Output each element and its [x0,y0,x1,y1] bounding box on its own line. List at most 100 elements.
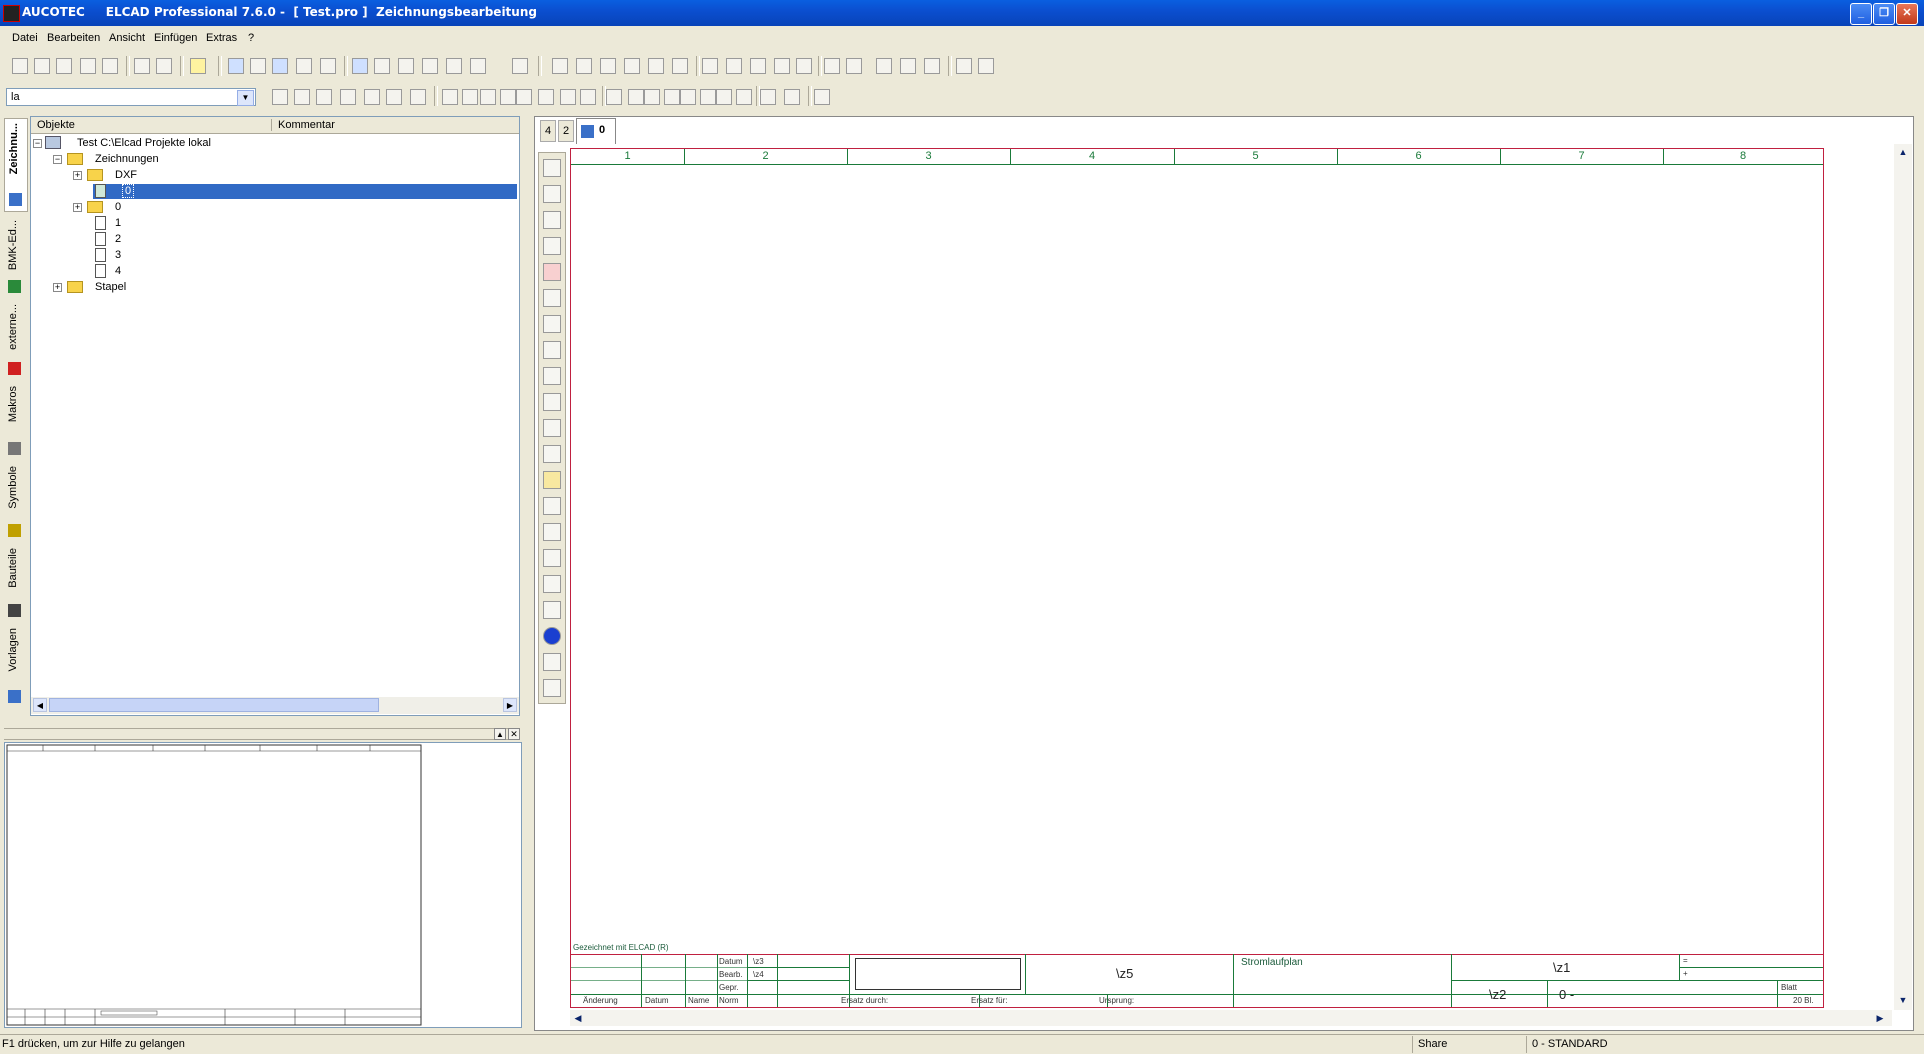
chevron-down-icon[interactable]: ▼ [237,90,254,106]
star-icon[interactable] [516,89,532,105]
tree-node-2[interactable]: 2 [93,232,293,247]
sort-asc-icon[interactable] [750,58,766,74]
scroll-thumb[interactable] [49,698,379,712]
drawing-sheet[interactable]: 1 2 3 4 5 6 7 8 Gezeichnet mit ELCAD (R)… [570,148,1824,1008]
close-panel-icon[interactable]: ✕ [508,728,520,740]
plug-icon[interactable] [446,58,462,74]
insert2-icon[interactable] [500,89,516,105]
symbol-tool-icon[interactable] [543,601,561,619]
doc-tab-2[interactable]: 2 [558,120,574,142]
app-icon[interactable] [3,5,20,22]
explorer-view-icon[interactable] [228,58,244,74]
rename-icon[interactable] [512,58,528,74]
find-next-icon[interactable] [900,58,916,74]
symbol-tool-icon[interactable] [543,263,561,281]
redo-icon[interactable] [978,58,994,74]
list-view-icon[interactable] [320,58,336,74]
symbol-tool-icon[interactable] [543,315,561,333]
tree-node-root[interactable]: − Test C:\Elcad Projekte lokal [33,136,333,151]
new-project-icon[interactable] [34,58,50,74]
arrow-right-icon[interactable] [552,58,568,74]
insert6-icon[interactable] [700,89,716,105]
drawing-horizontal-scrollbar[interactable]: ◀ ▶ [570,1010,1892,1026]
tree-node-4[interactable]: 4 [93,264,293,279]
close-doc-icon[interactable] [80,58,96,74]
column-header-comment[interactable]: Kommentar [271,119,335,131]
tree-node-3[interactable]: 3 [93,248,293,263]
text-icon[interactable] [538,89,554,105]
page-setup-icon[interactable] [340,89,356,105]
insert7-icon[interactable] [736,89,752,105]
symbol-tool-icon[interactable] [543,497,561,515]
glasses-icon[interactable] [386,89,402,105]
symbol-tool-icon[interactable] [543,237,561,255]
replace-icon[interactable] [924,58,940,74]
search-icon[interactable] [760,89,776,105]
tree-node-folder-0[interactable]: + 0 [73,200,273,215]
column-header-objects[interactable]: Objekte [37,119,75,131]
tab-vorlagen[interactable]: Vorlagen [4,626,26,706]
abc-icon[interactable] [296,58,312,74]
tree-node-selected[interactable]: 0 [93,184,517,199]
connect-icon[interactable] [442,89,458,105]
preview-view-icon[interactable] [250,58,266,74]
menu-bearbeiten[interactable]: Bearbeiten [47,32,100,44]
doc-tab-0-active[interactable]: 0 [576,118,616,144]
dimension-icon[interactable] [480,89,496,105]
open-icon[interactable] [56,58,72,74]
tab-externe[interactable]: externe... [4,302,26,378]
glasses2-icon[interactable] [410,89,426,105]
database-icon[interactable] [422,58,438,74]
print-preview-icon[interactable] [156,58,172,74]
symbol-tool-icon[interactable] [543,159,561,177]
tab-bauteile[interactable]: Bauteile [4,546,26,620]
sort-desc-icon[interactable] [774,58,790,74]
scroll-right-icon[interactable]: ▶ [1872,1010,1888,1026]
tab-bmk-editor[interactable]: BMK-Ed... [4,218,26,296]
drawing-vertical-scrollbar[interactable]: ▲ ▼ [1894,144,1912,1010]
collapse-icon[interactable]: − [33,139,42,148]
insert-icon[interactable] [462,89,478,105]
symbol-tool-icon[interactable] [543,185,561,203]
calculator-icon[interactable] [814,89,830,105]
pin-icon[interactable] [470,58,486,74]
find-icon[interactable] [876,58,892,74]
form-icon[interactable] [398,58,414,74]
paste-icon[interactable] [648,58,664,74]
symbol-tool-icon[interactable] [543,471,561,489]
scroll-up-icon[interactable]: ▲ [1895,144,1911,160]
symbol-tool-icon[interactable] [543,211,561,229]
drawing-view-icon[interactable] [272,58,288,74]
symbol-tool-icon[interactable] [543,679,561,697]
insert4-icon[interactable] [628,89,644,105]
expand-icon[interactable]: + [73,171,82,180]
scroll-right-icon[interactable]: ▶ [503,698,517,712]
insert3-icon[interactable] [580,89,596,105]
line-icon[interactable] [560,89,576,105]
symbol-tool-icon[interactable] [543,341,561,359]
symbol-tool-icon[interactable] [543,289,561,307]
expand-icon[interactable]: + [53,283,62,292]
save-icon[interactable] [102,58,118,74]
zoom-in-icon[interactable] [824,58,840,74]
menu-einfuegen[interactable]: Einfügen [154,32,197,44]
zoom-out-icon[interactable] [846,58,862,74]
symbol-tool-icon[interactable] [543,653,561,671]
refresh-icon[interactable] [796,58,812,74]
collapse-icon[interactable]: − [53,155,62,164]
symbol-tool-icon[interactable] [543,419,561,437]
maximize-button[interactable]: ❐ [1873,3,1895,25]
menu-ansicht[interactable]: Ansicht [109,32,145,44]
doc-tab-4[interactable]: 4 [540,120,556,142]
restore-panel-icon[interactable]: ▲ [494,728,506,740]
symbol-tool-icon[interactable] [543,367,561,385]
tab-symbole[interactable]: Symbole [4,464,26,540]
expand-icon[interactable]: + [73,203,82,212]
tab-makros[interactable]: Makros [4,384,26,458]
delete-icon[interactable] [644,89,660,105]
undo-icon[interactable] [956,58,972,74]
dotnet-icon[interactable] [543,627,561,645]
tree-node-1[interactable]: 1 [93,216,293,231]
copy-icon[interactable] [624,58,640,74]
arrow-right2-icon[interactable] [576,58,592,74]
